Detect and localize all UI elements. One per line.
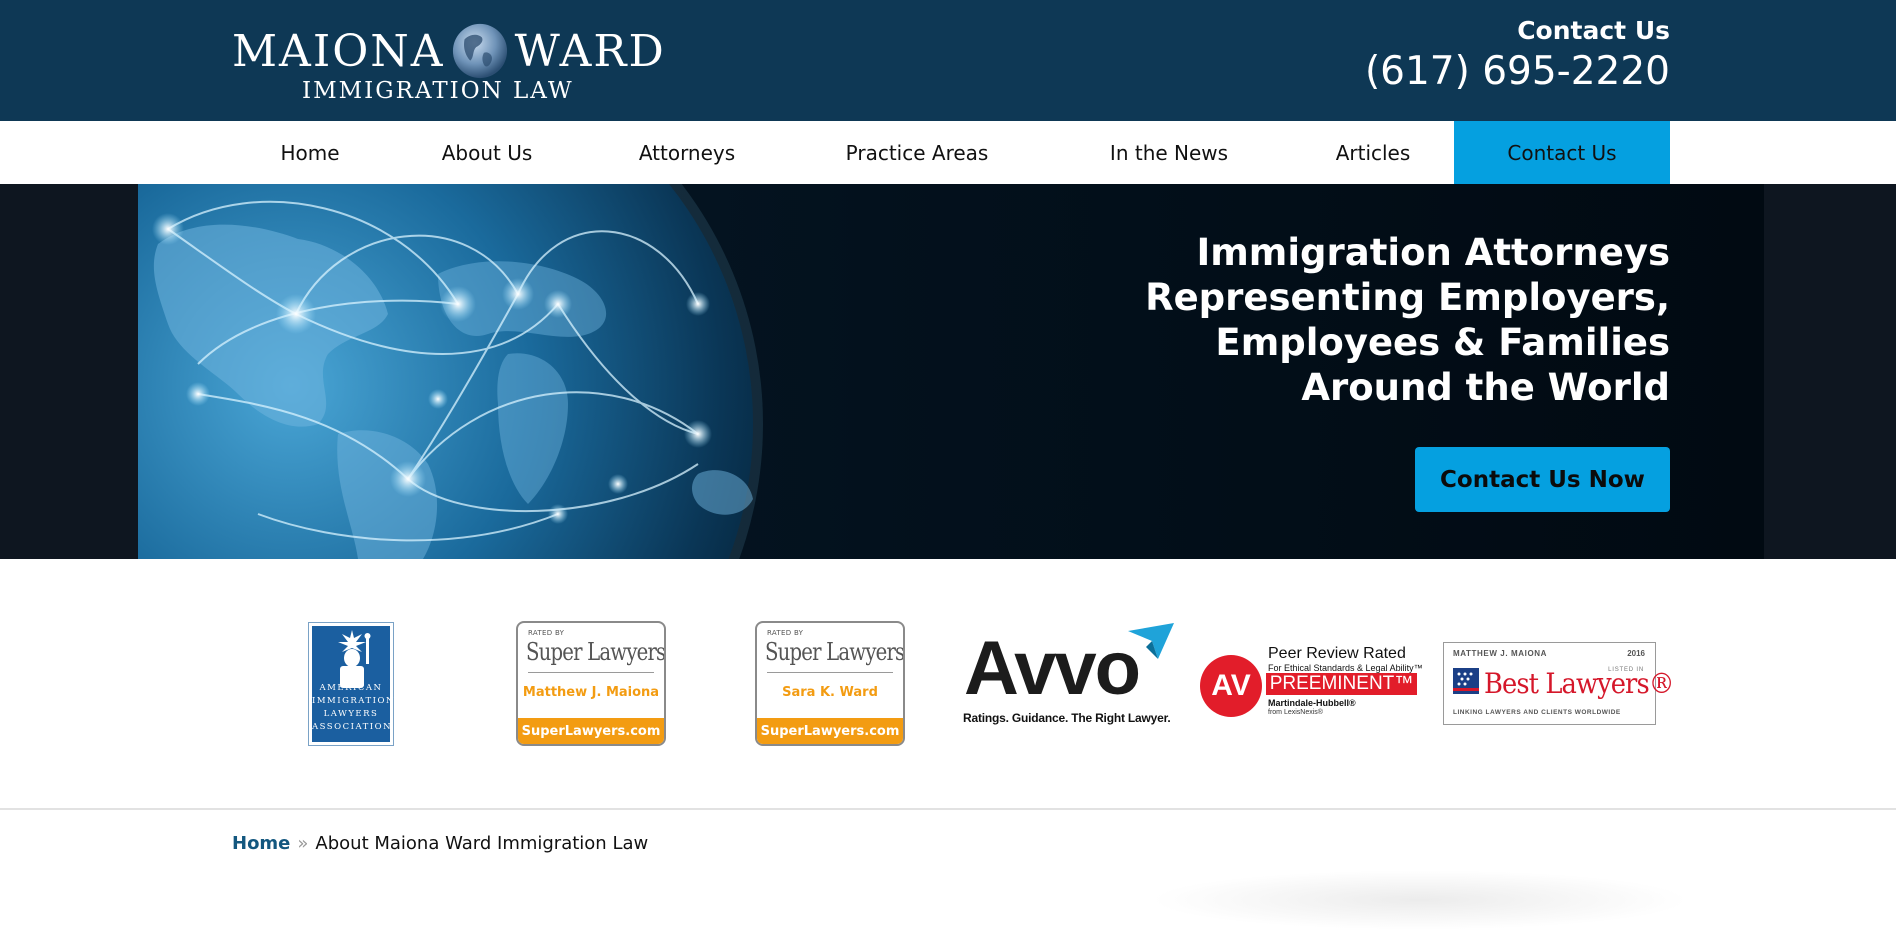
breadcrumb-home-link[interactable]: Home [232,833,290,854]
super-lawyers-rated-by: RATED BY [767,629,804,637]
header-contact-label[interactable]: Contact Us [1517,16,1670,45]
nav-item-articles[interactable]: Articles [1292,121,1454,184]
martindale-hubbell-badge[interactable]: AV Peer Review Rated For Ethical Standar… [1200,645,1423,725]
decorative-shadow [1150,870,1690,930]
breadcrumb-current-page: About Maiona Ward Immigration Law [315,832,649,854]
super-lawyers-attorney-name: Matthew J. Maiona [522,685,660,700]
avvo-tagline: Ratings. Guidance. The Right Lawyer. [963,711,1171,725]
super-lawyers-rule [767,672,893,673]
logo-word-ward: WARD [514,25,666,77]
logo-word-maiona: MAIONA [232,25,445,77]
main-nav: Home About Us Attorneys Practice Areas I… [0,121,1896,184]
martindale-label: Martindale-Hubbell® [1268,698,1356,708]
header-phone-link[interactable]: (617) 695-2220 [1365,49,1670,94]
avvo-badge[interactable]: Avvo Ratings. Guidance. The Right Lawyer… [960,623,1180,738]
breadcrumb-separator-icon: » [297,832,309,854]
aila-line: ASSOCIATION [312,722,393,732]
glowing-globe-network-image [138,184,763,559]
super-lawyers-badge-maiona[interactable]: RATED BY Super Lawyers Matthew J. Maiona… [516,621,666,746]
best-lawyers-badge[interactable]: MATTHEW J. MAIONA 2016 LISTED IN Best La… [1443,642,1675,725]
site-header: MAIONA WARD IMMIGRATION LAW Contact Us (… [0,0,1896,121]
hero-heading: Immigration Attorneys Representing Emplo… [1070,230,1670,410]
avvo-wordmark: Avvo [964,626,1141,711]
avvo-flag-icon [1128,623,1174,659]
logo-wordmark: MAIONA WARD [232,23,666,79]
nav-item-home[interactable]: Home [232,121,388,184]
aila-badge[interactable]: AMERICAN IMMIGRATION LAWYERS ASSOCIATION [308,622,394,746]
hero-inner: Immigration Attorneys Representing Emplo… [138,184,1764,559]
super-lawyers-rated-by: RATED BY [528,629,565,637]
best-lawyers-flag-icon [1453,668,1479,694]
hero-heading-line: Employees & Families [1215,321,1670,364]
hero-heading-line: Around the World [1301,366,1670,409]
contact-us-now-button[interactable]: Contact Us Now [1415,447,1670,512]
best-lawyers-attorney-name: MATTHEW J. MAIONA [1453,649,1548,658]
peer-review-label: Peer Review Rated [1268,645,1406,662]
super-lawyers-rule [528,672,654,673]
breadcrumb: Home » About Maiona Ward Immigration Law [232,830,648,856]
nav-item-in-the-news[interactable]: In the News [1046,121,1292,184]
super-lawyers-brand: Super Lawyers [526,638,666,666]
super-lawyers-badge-ward[interactable]: RATED BY Super Lawyers Sara K. Ward Supe… [755,621,905,746]
hero-banner: Immigration Attorneys Representing Emplo… [0,184,1896,559]
globe-icon [452,23,507,79]
preeminent-label: PREEMINENT™ [1266,673,1417,695]
aila-line: LAWYERS [323,709,379,719]
nav-list: Home About Us Attorneys Practice Areas I… [232,121,1670,184]
logo-subtitle: IMMIGRATION LAW [302,78,574,104]
nav-item-practice-areas[interactable]: Practice Areas [788,121,1046,184]
nav-item-about-us[interactable]: About Us [388,121,586,184]
credentials-badges: AMERICAN IMMIGRATION LAWYERS ASSOCIATION… [0,559,1896,809]
lexisnexis-label: from LexisNexis® [1268,709,1323,716]
ethical-standards-label: For Ethical Standards & Legal Ability™ [1268,663,1423,673]
super-lawyers-brand: Super Lawyers [765,638,905,666]
super-lawyers-attorney-name: Sara K. Ward [782,685,878,700]
section-divider [0,808,1896,810]
best-lawyers-wordmark: Best Lawyers® [1484,667,1675,700]
site-logo[interactable]: MAIONA WARD IMMIGRATION LAW [232,14,664,106]
statue-of-liberty-icon [338,630,371,688]
super-lawyers-site: SuperLawyers.com [518,718,664,744]
best-lawyers-footer: LINKING LAWYERS AND CLIENTS WORLDWIDE [1453,709,1621,716]
aila-line: AMERICAN [319,683,383,693]
hero-heading-line: Representing Employers, [1145,276,1670,319]
best-lawyers-year: 2016 [1627,649,1645,658]
aila-badge-panel: AMERICAN IMMIGRATION LAWYERS ASSOCIATION [312,626,395,742]
super-lawyers-site: SuperLawyers.com [757,718,903,744]
nav-item-attorneys[interactable]: Attorneys [586,121,788,184]
nav-item-contact-us[interactable]: Contact Us [1454,121,1670,184]
av-rating-icon: AV [1200,655,1262,717]
aila-line: IMMIGRATION [312,696,395,706]
aila-badge-text: AMERICAN IMMIGRATION LAWYERS ASSOCIATION [312,682,395,734]
hero-heading-line: Immigration Attorneys [1196,231,1670,274]
